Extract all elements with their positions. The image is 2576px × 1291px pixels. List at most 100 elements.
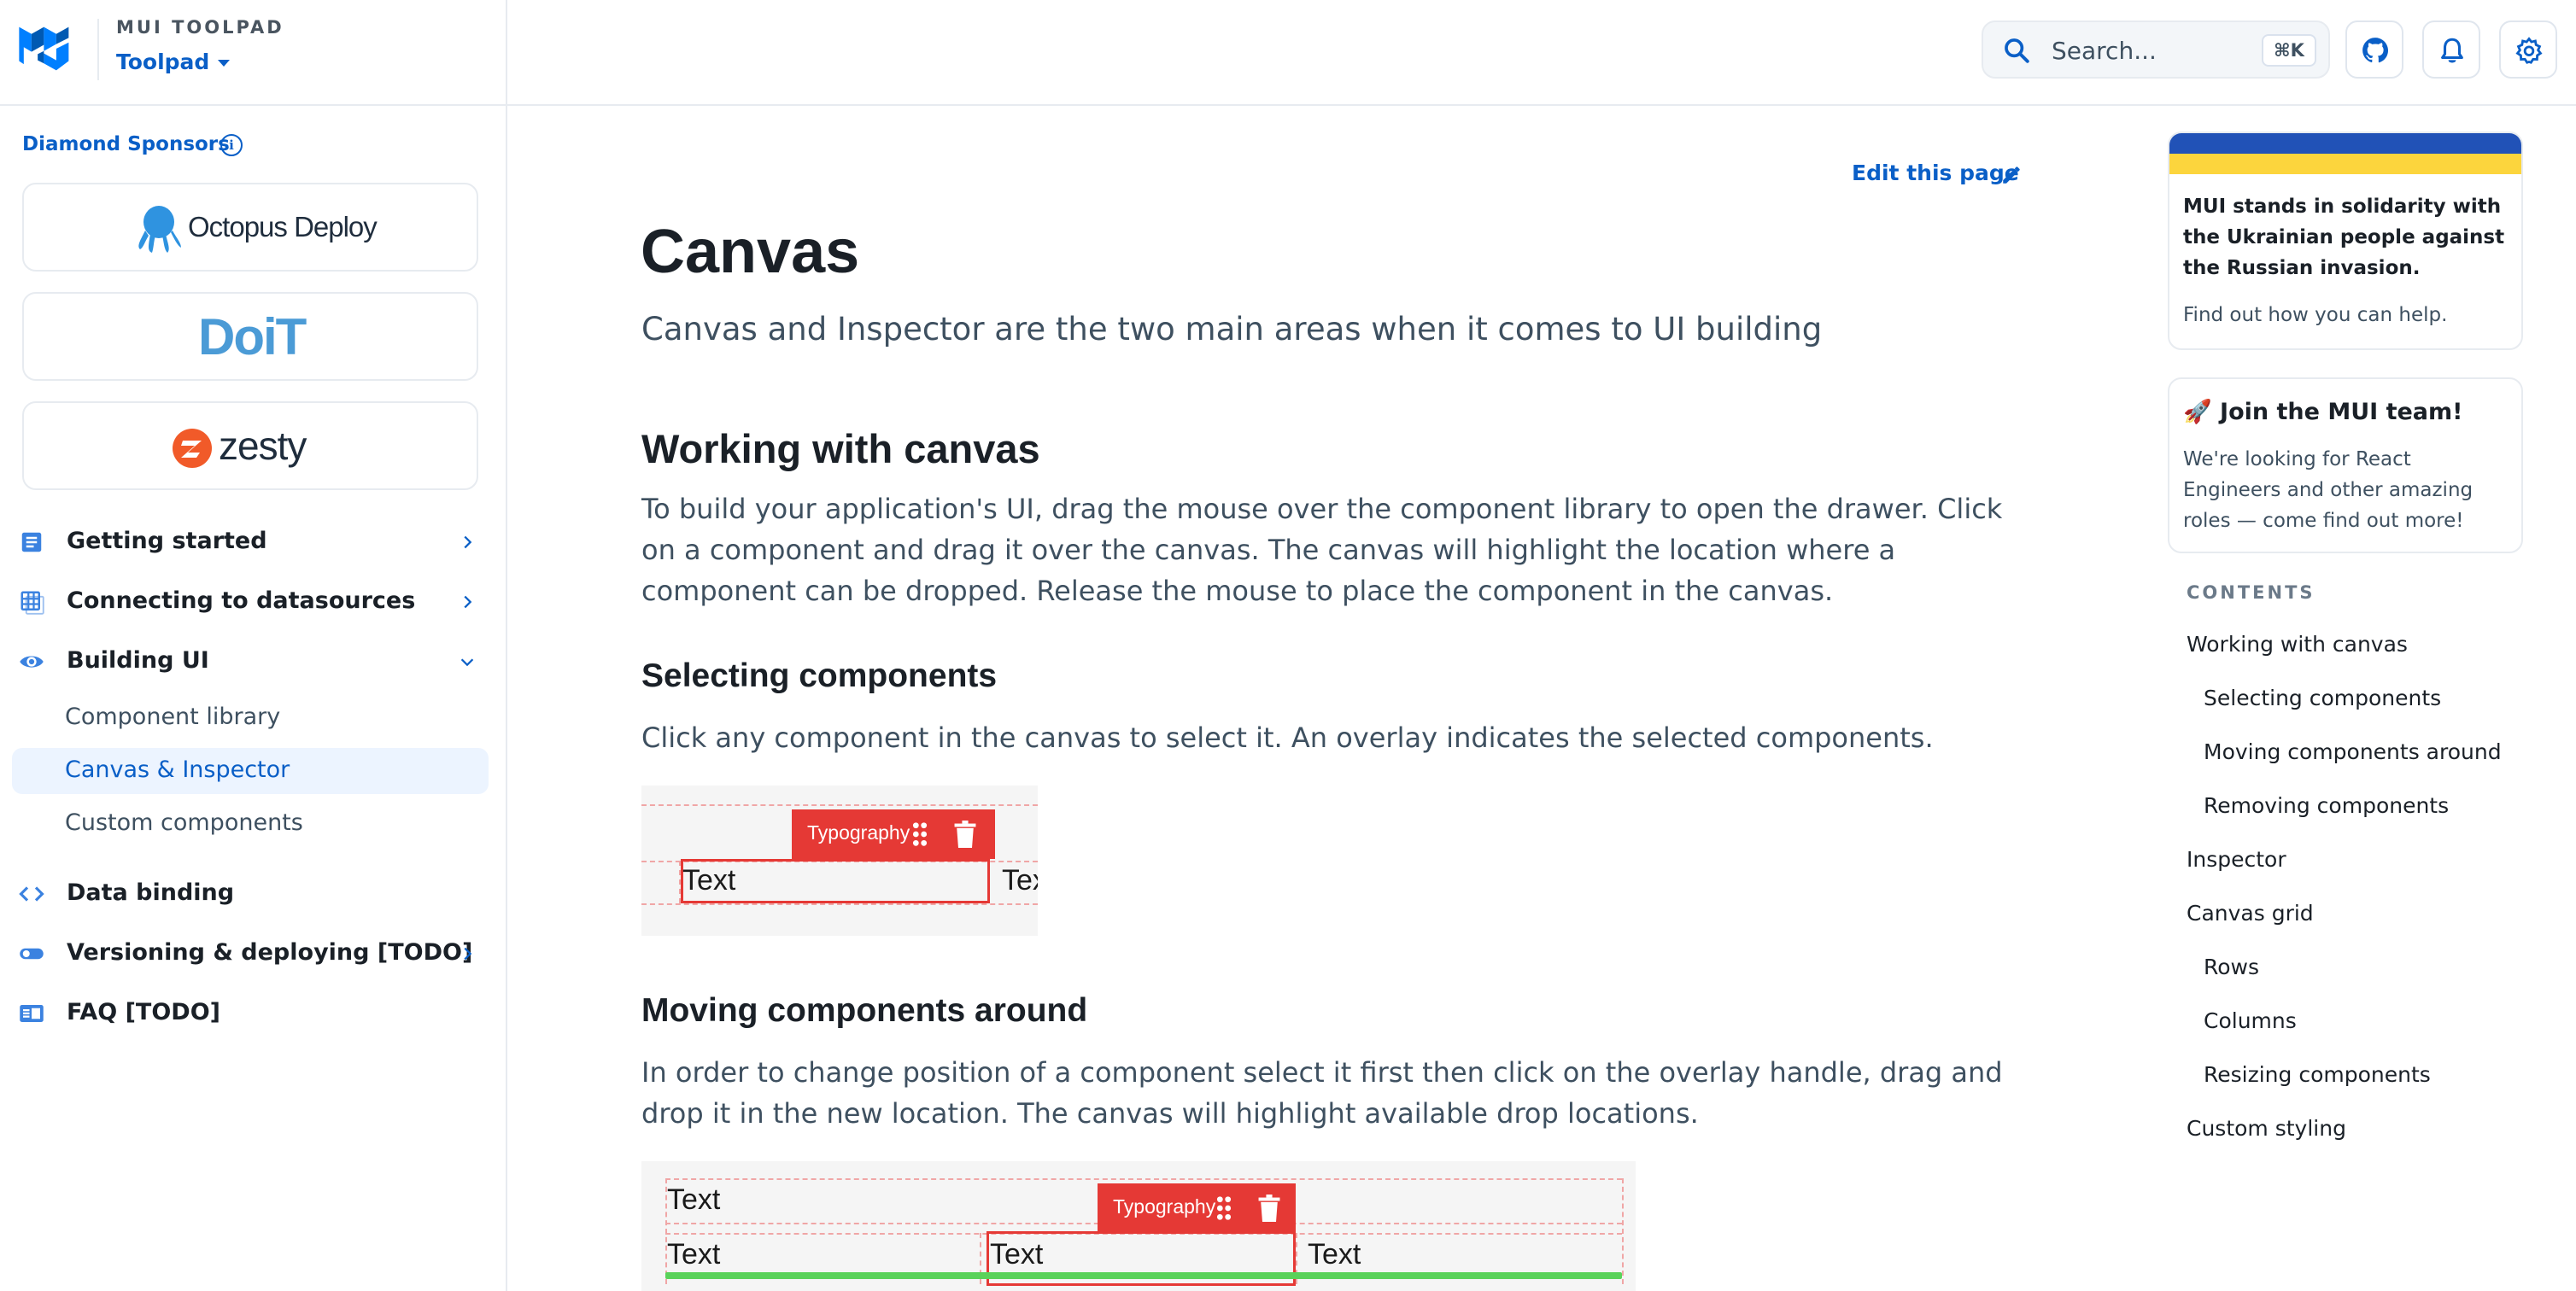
sidebar: MUI TOOLPAD Toolpad Diamond Sponsors i O… <box>0 0 507 1291</box>
ukraine-banner[interactable]: MUI stands in solidarity with the Ukrain… <box>2168 131 2523 350</box>
job-description: We're looking for React Engineers and ot… <box>2183 448 2474 532</box>
table-icon <box>20 591 44 615</box>
nav-label: Versioning & deploying [TODO] <box>67 939 473 966</box>
nav-building-ui[interactable]: Building UI <box>0 635 506 688</box>
eye-icon <box>20 656 44 668</box>
nav-data-binding[interactable]: Data binding <box>0 867 506 920</box>
octopus-logo-icon <box>138 206 181 253</box>
moving-demo-image: Text Typography Text Text Text <box>641 1161 1636 1291</box>
drop-guide-line <box>665 1178 1622 1180</box>
toc-link-removing-components[interactable]: Removing components <box>2204 793 2449 818</box>
demo-text-row[interactable]: Text <box>990 1238 1043 1271</box>
overlay-component-label: Typography <box>807 821 910 844</box>
trash-icon[interactable] <box>1258 1195 1280 1222</box>
toc-link-rows[interactable]: Rows <box>2204 955 2259 979</box>
mui-logo-icon[interactable] <box>19 24 75 73</box>
nav-label: Data binding <box>67 879 235 906</box>
demo-text-row[interactable]: Text <box>667 1238 720 1271</box>
nav-faq[interactable]: FAQ [TODO] <box>0 987 506 1040</box>
toc-link-working-with-canvas[interactable]: Working with canvas <box>2187 632 2408 657</box>
github-button[interactable] <box>2345 20 2403 79</box>
document-icon <box>21 532 42 552</box>
chevron-right-icon <box>464 595 472 609</box>
flag-stripe-yellow <box>2169 154 2521 174</box>
ukraine-message: MUI stands in solidarity with the Ukrain… <box>2183 196 2505 279</box>
toc-link-selecting-components[interactable]: Selecting components <box>2204 686 2441 710</box>
demo-text-top[interactable]: Text <box>667 1183 720 1217</box>
sidebar-item-canvas-inspector[interactable]: Canvas & Inspector <box>12 748 489 794</box>
nav-versioning-deploying[interactable]: Versioning & deploying [TODO] <box>0 927 506 980</box>
github-icon <box>2362 38 2389 63</box>
drop-guide-line <box>641 903 1038 905</box>
component-overlay-toolbar[interactable]: Typography <box>1098 1183 1296 1233</box>
page-title: Canvas <box>641 218 860 286</box>
toc-link-canvas-grid[interactable]: Canvas grid <box>2187 901 2314 926</box>
chevron-down-icon <box>460 658 474 667</box>
sponsor-octopus-deploy[interactable]: Octopus Deploy <box>22 183 478 272</box>
drop-guide-line <box>1622 1178 1624 1284</box>
sponsor-name: Octopus Deploy <box>188 211 378 242</box>
sub-item-label: Canvas & Inspector <box>65 756 290 783</box>
sub-item-label: Custom components <box>65 809 303 836</box>
paragraph-moving-components: In order to change position of a compone… <box>641 1056 2003 1130</box>
chrome-reader-icon <box>20 1005 44 1022</box>
nav-getting-started[interactable]: Getting started <box>0 516 506 569</box>
page-subtitle: Canvas and Inspector are the two main ar… <box>641 311 1823 348</box>
heading-moving-components: Moving components around <box>641 992 1088 1029</box>
heading-working-with-canvas: Working with canvas <box>641 426 1040 471</box>
notifications-button[interactable] <box>2422 20 2480 79</box>
demo-text-clipped[interactable]: Tex <box>1002 864 1038 897</box>
caret-down-icon <box>218 60 231 67</box>
search-button[interactable]: Search... ⌘K <box>1982 20 2330 79</box>
toc-heading: CONTENTS <box>2187 582 2315 603</box>
search-shortcut-badge: ⌘K <box>2262 34 2316 67</box>
sponsor-name: zesty <box>219 424 307 468</box>
sponsors-label: Diamond Sponsors <box>22 133 230 155</box>
job-banner[interactable]: 🚀 Join the MUI team! We're looking for R… <box>2168 377 2523 553</box>
nav-label: Getting started <box>67 528 267 554</box>
heading-selecting-components: Selecting components <box>641 657 998 694</box>
chevron-right-icon <box>464 535 472 549</box>
component-overlay-toolbar[interactable]: Typography <box>792 809 995 859</box>
toggle-icon <box>20 948 44 960</box>
toc-link-moving-components[interactable]: Moving components around <box>2204 739 2502 764</box>
paragraph-selecting-components: Click any component in the canvas to sel… <box>641 721 1934 754</box>
brand-name: MUI TOOLPAD <box>116 17 284 38</box>
toc-link-custom-styling[interactable]: Custom styling <box>2187 1116 2346 1141</box>
edit-page-link[interactable]: Edit this page <box>1852 161 2020 185</box>
product-name: Toolpad <box>116 50 210 74</box>
demo-text-row[interactable]: Text <box>1308 1238 1361 1271</box>
gear-icon <box>2515 37 2543 64</box>
settings-button[interactable] <box>2499 20 2557 79</box>
nav-label: Connecting to datasources <box>67 587 416 614</box>
overlay-component-label: Typography <box>1113 1195 1216 1218</box>
toc-link-columns[interactable]: Columns <box>2204 1008 2297 1033</box>
ukraine-help-link[interactable]: Find out how you can help. <box>2183 304 2447 326</box>
sidebar-item-component-library[interactable]: Component library <box>12 695 489 741</box>
drag-handle-icon[interactable] <box>1215 1195 1232 1221</box>
top-bar: Search... ⌘K <box>507 0 2576 106</box>
trash-icon[interactable] <box>954 821 976 848</box>
sponsor-doit[interactable]: DoiT <box>22 292 478 381</box>
drop-guide-line <box>641 804 1038 806</box>
drop-location-indicator <box>665 1272 1622 1279</box>
nav-label: Building UI <box>67 647 209 674</box>
sidebar-item-custom-components[interactable]: Custom components <box>12 801 489 847</box>
bell-icon <box>2441 38 2463 63</box>
flag-stripe-blue <box>2169 133 2521 154</box>
info-icon[interactable]: i <box>220 134 243 156</box>
chevron-right-icon <box>464 947 472 961</box>
code-icon <box>19 886 44 902</box>
search-icon <box>2005 38 2029 63</box>
zesty-logo-icon <box>173 429 212 468</box>
sponsor-zesty[interactable]: zesty <box>22 401 478 490</box>
nav-connecting-datasources[interactable]: Connecting to datasources <box>0 575 506 628</box>
product-switcher[interactable]: Toolpad <box>116 50 231 74</box>
header-divider <box>97 19 99 80</box>
sub-item-label: Component library <box>65 704 281 730</box>
demo-text-selected[interactable]: Text <box>682 864 735 897</box>
toc-link-resizing-components[interactable]: Resizing components <box>2204 1062 2431 1087</box>
selecting-demo-image: Typography Text Tex <box>641 786 1038 936</box>
drag-handle-icon[interactable] <box>911 821 928 847</box>
toc-link-inspector[interactable]: Inspector <box>2187 847 2286 872</box>
